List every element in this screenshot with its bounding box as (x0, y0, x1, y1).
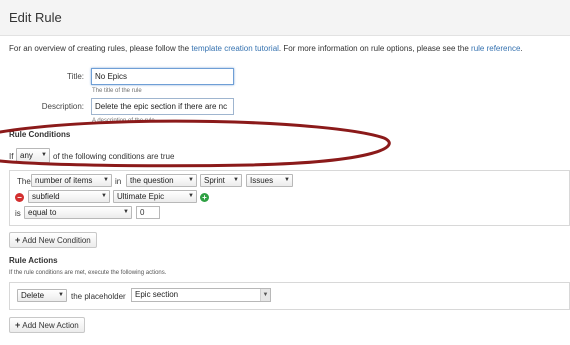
rule-reference-link[interactable]: rule reference (471, 44, 520, 53)
minus-circle-icon[interactable]: − (15, 193, 24, 202)
intro-text-before: For an overview of creating rules, pleas… (9, 44, 192, 53)
title-input[interactable]: No Epics (91, 68, 234, 85)
rule-actions-heading: Rule Actions (9, 256, 58, 265)
add-action-label: Add New Action (22, 321, 79, 330)
intro-text-middle: . For more information on rule options, … (278, 44, 472, 53)
condition-subfield-select[interactable]: subfield ▼ (28, 190, 110, 203)
plus-icon: + (15, 235, 21, 245)
condition-source-value: the question (130, 176, 174, 185)
page-header: Edit Rule (0, 0, 570, 36)
rule-actions-help: If the rule conditions are met, execute … (9, 270, 167, 276)
annotation-ellipse (0, 119, 391, 168)
condition-in-label: in (115, 177, 122, 186)
caret-down-icon: ▼ (103, 177, 109, 183)
title-label: Title: (66, 72, 84, 81)
condition-field-select[interactable]: number of items ▼ (31, 174, 112, 187)
condition-field-value: number of items (35, 176, 93, 185)
tutorial-link[interactable]: template creation tutorial (191, 44, 279, 53)
condition-the-label: The (17, 177, 31, 186)
add-action-button[interactable]: + Add New Action (9, 317, 85, 333)
intro-text: For an overview of creating rules, pleas… (9, 44, 523, 53)
caret-down-icon: ▼ (233, 177, 239, 183)
placeholder-select[interactable]: Epic section ▼ (131, 288, 271, 302)
intro-text-after: . (520, 44, 523, 53)
add-condition-button[interactable]: + Add New Condition (9, 232, 97, 248)
condition-value-select[interactable]: Ultimate Epic ▼ (113, 190, 197, 203)
title-hint: The title of the rule (92, 88, 142, 94)
caret-down-icon: ▼ (101, 193, 107, 199)
condition-issues-value: Issues (250, 176, 274, 185)
caret-down-icon: ▼ (188, 193, 194, 199)
condition-operator-select[interactable]: equal to ▼ (24, 206, 132, 219)
condition-subfield-value: subfield (32, 192, 60, 201)
condition-operator-value: equal to (28, 208, 57, 217)
placeholder-value: Epic section (135, 290, 179, 299)
condition-number-input[interactable]: 0 (136, 206, 160, 219)
plus-circle-icon[interactable]: + (200, 193, 209, 202)
description-input[interactable]: Delete the epic section if there are nc (91, 98, 234, 115)
caret-down-icon: ▼ (188, 177, 194, 183)
caret-down-icon: ▼ (284, 177, 290, 183)
caret-down-icon: ▼ (260, 289, 270, 301)
condition-issues-select[interactable]: Issues ▼ (246, 174, 293, 187)
add-condition-label: Add New Condition (22, 236, 91, 245)
action-type-select[interactable]: Delete ▼ (17, 289, 67, 302)
condition-sprint-value: Sprint (204, 176, 225, 185)
action-type-value: Delete (21, 291, 45, 300)
condition-sprint-select[interactable]: Sprint ▼ (200, 174, 242, 187)
caret-down-icon: ▼ (58, 292, 64, 298)
caret-down-icon: ▼ (123, 209, 129, 215)
description-label: Description: (41, 102, 84, 111)
page-title: Edit Rule (9, 10, 62, 25)
condition-is-label: is (15, 209, 21, 218)
condition-source-select[interactable]: the question ▼ (126, 174, 197, 187)
condition-value-text: Ultimate Epic (117, 192, 165, 201)
the-placeholder-label: the placeholder (71, 292, 126, 301)
plus-icon: + (15, 320, 21, 330)
